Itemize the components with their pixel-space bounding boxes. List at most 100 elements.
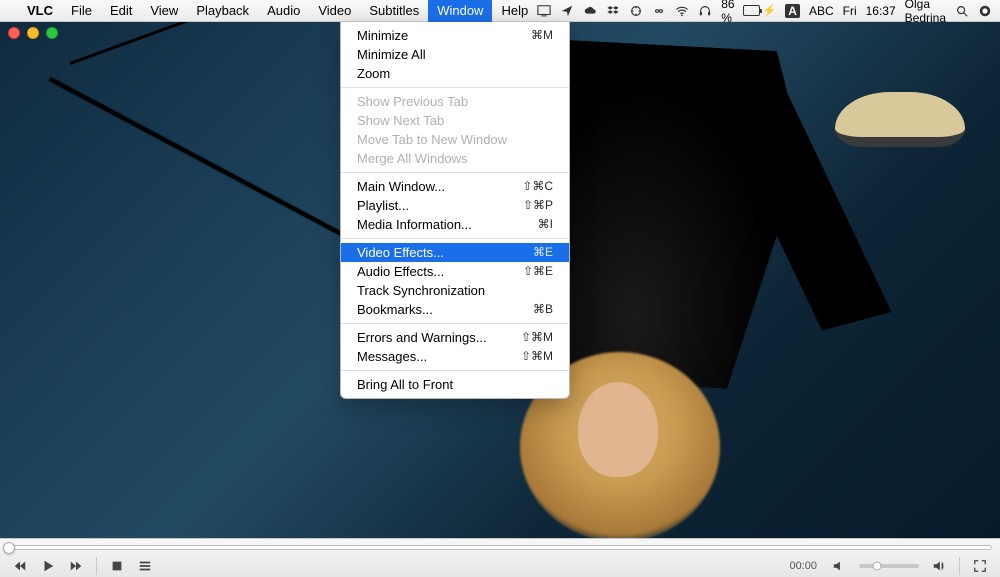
volume-max-icon (927, 556, 951, 576)
menu-item-zoom[interactable]: Zoom (341, 64, 569, 83)
menu-item-minimize-all[interactable]: Minimize All (341, 45, 569, 64)
menu-separator (341, 87, 569, 88)
menubar-day: Fri (843, 4, 857, 18)
toolbar-divider (96, 557, 97, 575)
menu-item-show-next-tab: Show Next Tab (341, 111, 569, 130)
play-button[interactable] (36, 556, 60, 576)
seek-row (0, 539, 1000, 554)
cloud-icon[interactable] (583, 4, 597, 18)
volume-knob[interactable] (873, 561, 882, 570)
menu-item-label: Main Window... (357, 177, 445, 196)
menu-item-shortcut: ⇧⌘M (521, 328, 553, 347)
menu-subtitles[interactable]: Subtitles (360, 0, 428, 22)
menu-video[interactable]: Video (309, 0, 360, 22)
skip-back-button[interactable] (8, 556, 32, 576)
menu-item-label: Messages... (357, 347, 427, 366)
playback-toolbar: 00:00 (0, 538, 1000, 577)
menu-item-label: Errors and Warnings... (357, 328, 487, 347)
menu-window[interactable]: Window (428, 0, 492, 22)
charging-icon: ⚡ (763, 4, 777, 17)
menu-item-errors-and-warnings[interactable]: Errors and Warnings... ⇧⌘M (341, 328, 569, 347)
seek-slider[interactable] (8, 545, 992, 550)
menu-item-show-previous-tab: Show Previous Tab (341, 92, 569, 111)
menu-item-shortcut: ⌘B (533, 300, 553, 319)
app-menus: VLC File Edit View Playback Audio Video … (18, 0, 537, 22)
menu-item-merge-all-windows: Merge All Windows (341, 149, 569, 168)
menu-item-label: Minimize (357, 26, 408, 45)
sync-icon[interactable] (629, 4, 643, 18)
keyboard-layout[interactable]: ABC (809, 4, 834, 18)
skip-forward-button[interactable] (64, 556, 88, 576)
menu-audio[interactable]: Audio (258, 0, 309, 22)
menu-item-label: Audio Effects... (357, 262, 444, 281)
video-decoration (578, 382, 658, 477)
location-icon[interactable] (560, 4, 574, 18)
menu-item-track-synchronization[interactable]: Track Synchronization (341, 281, 569, 300)
macos-menubar: VLC File Edit View Playback Audio Video … (0, 0, 1000, 22)
menu-item-move-tab-to-new-window: Move Tab to New Window (341, 130, 569, 149)
screenshare-icon[interactable] (537, 4, 551, 18)
minimize-window-button[interactable] (27, 27, 39, 39)
menu-help[interactable]: Help (492, 0, 537, 22)
menu-item-shortcut: ⇧⌘E (523, 262, 553, 281)
menu-item-shortcut: ⇧⌘M (521, 347, 553, 366)
menu-item-audio-effects[interactable]: Audio Effects... ⇧⌘E (341, 262, 569, 281)
menu-view[interactable]: View (141, 0, 187, 22)
menu-item-label: Track Synchronization (357, 281, 485, 300)
battery-status[interactable]: 86 % ⚡ (721, 0, 776, 25)
menu-item-label: Playlist... (357, 196, 409, 215)
spotlight-icon[interactable] (955, 4, 969, 18)
stop-button[interactable] (105, 556, 129, 576)
menu-item-shortcut: ⌘M (531, 26, 553, 45)
volume-slider[interactable] (859, 564, 919, 568)
menu-separator (341, 370, 569, 371)
menu-separator (341, 172, 569, 173)
battery-pct-label: 86 % (721, 0, 740, 25)
menu-playback[interactable]: Playback (187, 0, 258, 22)
menu-item-minimize[interactable]: Minimize ⌘M (341, 26, 569, 45)
zoom-window-button[interactable] (46, 27, 58, 39)
close-window-button[interactable] (8, 27, 20, 39)
video-decoration (835, 92, 965, 147)
menubar-user[interactable]: Olga Bedrina (905, 0, 946, 25)
keyboard-indicator[interactable]: A (785, 4, 800, 18)
fullscreen-button[interactable] (968, 556, 992, 576)
menu-item-label: Video Effects... (357, 243, 444, 262)
menu-separator (341, 323, 569, 324)
menu-item-main-window[interactable]: Main Window... ⇧⌘C (341, 177, 569, 196)
controls-row: 00:00 (0, 554, 1000, 577)
infinity-icon[interactable] (652, 4, 666, 18)
dropbox-icon[interactable] (606, 4, 620, 18)
menu-item-label: Show Previous Tab (357, 92, 468, 111)
wifi-icon[interactable] (675, 4, 689, 18)
menu-item-media-information[interactable]: Media Information...⌘I (341, 215, 569, 234)
menu-app[interactable]: VLC (18, 0, 62, 22)
menu-item-label: Bookmarks... (357, 300, 433, 319)
menu-item-playlist[interactable]: Playlist... ⇧⌘P (341, 196, 569, 215)
menu-item-shortcut: ⇧⌘P (523, 196, 553, 215)
menu-item-label: Show Next Tab (357, 111, 444, 130)
menu-separator (341, 238, 569, 239)
toolbar-divider (959, 557, 960, 575)
menu-item-shortcut: ⌘E (533, 243, 553, 262)
menu-item-bookmarks[interactable]: Bookmarks... ⌘B (341, 300, 569, 319)
menu-edit[interactable]: Edit (101, 0, 141, 22)
menu-item-label: Merge All Windows (357, 149, 468, 168)
menu-item-shortcut: ⇧⌘C (522, 177, 553, 196)
menu-item-bring-all-to-front[interactable]: Bring All to Front (341, 375, 569, 394)
menu-item-messages[interactable]: Messages... ⇧⌘M (341, 347, 569, 366)
menu-file[interactable]: File (62, 0, 101, 22)
time-display: 00:00 (789, 560, 817, 572)
headphones-icon[interactable] (698, 4, 712, 18)
menu-item-video-effects[interactable]: Video Effects... ⌘E (341, 243, 569, 262)
mute-button[interactable] (827, 556, 851, 576)
menubar-status-area: 86 % ⚡ A ABC Fri 16:37 Olga Bedrina (537, 0, 1000, 25)
playlist-button[interactable] (133, 556, 157, 576)
seek-knob[interactable] (3, 542, 15, 554)
siri-icon[interactable] (978, 4, 992, 18)
menu-item-label: Bring All to Front (357, 375, 453, 394)
menu-item-label: Zoom (357, 64, 390, 83)
window-menu-dropdown: Minimize ⌘MMinimize AllZoom Show Previous … (340, 22, 570, 399)
menu-item-label: Move Tab to New Window (357, 130, 507, 149)
battery-icon (743, 5, 759, 16)
